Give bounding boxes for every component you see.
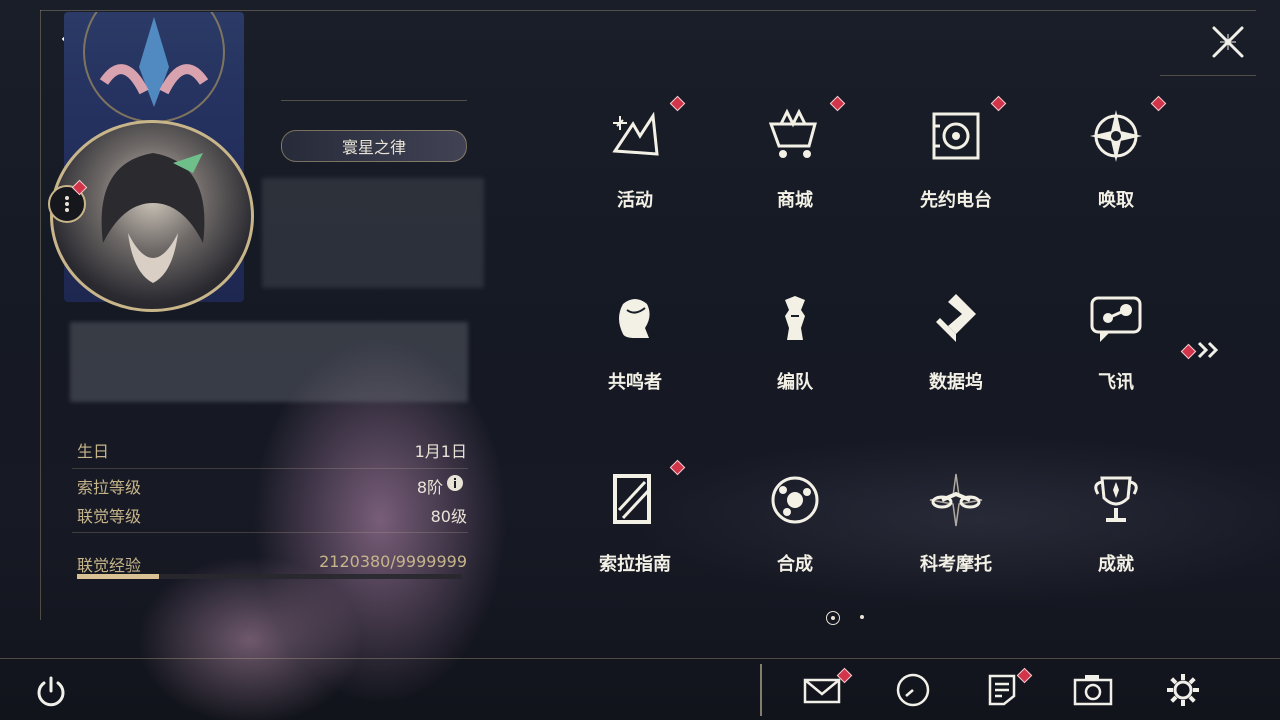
menu-item-label: 数据坞 bbox=[929, 372, 983, 393]
sync-exp-label: 联觉经验 bbox=[77, 556, 142, 575]
page-indicator-1[interactable] bbox=[826, 611, 840, 625]
profile-avatar-card[interactable] bbox=[50, 0, 255, 312]
menu-item-label: 编队 bbox=[777, 372, 813, 393]
menu-item-label: 唤取 bbox=[1098, 190, 1134, 211]
menu-item-label: 合成 bbox=[777, 554, 813, 575]
camera-button[interactable] bbox=[1073, 670, 1113, 710]
double-chevron-right-icon bbox=[1197, 341, 1219, 359]
birthday-value: 1月1日 bbox=[414, 442, 467, 461]
trophy-icon bbox=[1086, 470, 1146, 530]
next-page-badge bbox=[1180, 343, 1197, 360]
menu-item-label: 飞讯 bbox=[1098, 372, 1134, 393]
menu-item-8[interactable]: 索拉指南 bbox=[575, 459, 695, 576]
menu-item-label: 索拉指南 bbox=[599, 554, 671, 575]
info-icon[interactable] bbox=[446, 474, 464, 492]
settings-icon bbox=[1167, 674, 1199, 706]
event-icon bbox=[605, 106, 665, 166]
menu-item-label: 活动 bbox=[617, 190, 653, 211]
sync-level-value: 80级 bbox=[430, 507, 467, 526]
menu-item-2[interactable]: 先约电台 bbox=[896, 95, 1016, 212]
menu-item-11[interactable]: 成就 bbox=[1056, 470, 1176, 576]
message-icon bbox=[1086, 288, 1146, 348]
team-icon bbox=[765, 288, 825, 348]
close-button[interactable] bbox=[1208, 22, 1248, 62]
data-dock-icon bbox=[926, 288, 986, 348]
birthday-label: 生日 bbox=[77, 442, 110, 461]
menu-item-3[interactable]: 唤取 bbox=[1056, 95, 1176, 212]
blurred-name bbox=[262, 178, 484, 288]
blurred-signature bbox=[70, 322, 468, 402]
notification-badge bbox=[829, 95, 846, 112]
sola-level-value: 8阶 bbox=[416, 478, 443, 497]
sola-level-label: 索拉等级 bbox=[77, 478, 142, 497]
menu-item-1[interactable]: 商城 bbox=[735, 95, 855, 212]
mail-button[interactable] bbox=[803, 667, 853, 710]
menu-item-label: 共鸣者 bbox=[608, 372, 662, 393]
menu-item-label: 商城 bbox=[777, 190, 813, 211]
settings-button[interactable] bbox=[1163, 670, 1203, 710]
menu-item-5[interactable]: 编队 bbox=[735, 288, 855, 394]
title-tag[interactable]: 寰星之律 bbox=[281, 130, 467, 162]
notification-badge bbox=[669, 95, 686, 112]
title-tag-label: 寰星之律 bbox=[341, 138, 406, 157]
power-button[interactable] bbox=[34, 674, 68, 708]
summon-icon bbox=[1086, 106, 1146, 166]
clock-button[interactable] bbox=[893, 670, 933, 710]
menu-item-label: 先约电台 bbox=[920, 190, 992, 211]
camera-icon bbox=[1073, 675, 1113, 706]
radio-icon bbox=[926, 106, 986, 166]
clock-icon bbox=[896, 673, 930, 707]
more-dots-icon bbox=[65, 196, 69, 212]
menu-item-7[interactable]: 飞讯 bbox=[1056, 288, 1176, 394]
power-icon bbox=[37, 676, 65, 707]
exp-progress-fill bbox=[77, 574, 159, 579]
notes-button[interactable] bbox=[984, 667, 1033, 710]
menu-item-label: 科考摩托 bbox=[920, 554, 992, 575]
menu-item-9[interactable]: 合成 bbox=[735, 470, 855, 576]
close-icon bbox=[1212, 26, 1244, 58]
synthesis-icon bbox=[765, 470, 825, 530]
menu-item-6[interactable]: 数据坞 bbox=[896, 288, 1016, 394]
menu-item-0[interactable]: 活动 bbox=[575, 95, 695, 212]
page-indicator-2[interactable] bbox=[860, 615, 864, 619]
sync-level-label: 联觉等级 bbox=[77, 507, 142, 526]
sync-exp-value: 2120380/9999999 bbox=[319, 552, 467, 571]
notification-badge bbox=[1150, 95, 1167, 112]
menu-item-4[interactable]: 共鸣者 bbox=[575, 288, 695, 394]
notification-badge bbox=[990, 95, 1007, 112]
motorcycle-icon bbox=[926, 470, 986, 530]
exp-progress-bar bbox=[77, 574, 462, 579]
menu-item-10[interactable]: 科考摩托 bbox=[896, 470, 1016, 576]
resonator-icon bbox=[605, 288, 665, 348]
shop-cart-icon bbox=[765, 106, 825, 166]
menu-item-label: 成就 bbox=[1098, 554, 1134, 575]
next-page-button[interactable] bbox=[1196, 340, 1222, 360]
notification-badge bbox=[669, 459, 686, 476]
guide-icon bbox=[605, 470, 665, 530]
